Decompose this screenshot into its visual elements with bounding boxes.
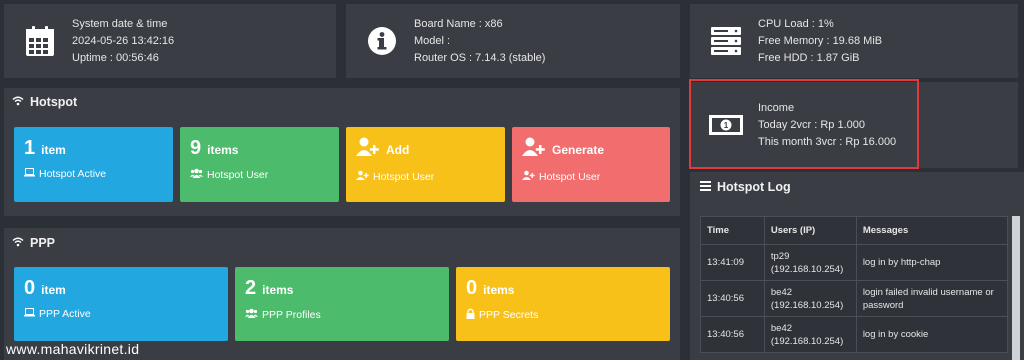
log-message: log in by cookie bbox=[855, 316, 1009, 353]
ppp-header: PPP bbox=[12, 236, 55, 250]
info-icon bbox=[362, 26, 402, 56]
generate-label: Generate bbox=[552, 142, 605, 157]
log-scrollbar[interactable] bbox=[1012, 216, 1020, 360]
ppp-active-tile[interactable]: 0 item PPP Active bbox=[14, 267, 228, 341]
user-plus-icon bbox=[356, 137, 380, 162]
ppp-profiles-count: 2 bbox=[245, 277, 257, 299]
users-icon bbox=[190, 168, 203, 181]
system-datetime-value: 2024-05-26 13:42:16 bbox=[72, 34, 175, 47]
board-name: Board Name : x86 bbox=[414, 17, 503, 30]
hotspot-active-unit: item bbox=[41, 143, 66, 157]
system-uptime: Uptime : 00:56:46 bbox=[72, 51, 159, 64]
hotspot-active-label: Hotspot Active bbox=[39, 168, 107, 180]
hotspot-header: Hotspot bbox=[12, 95, 77, 109]
log-message: login failed invalid username or passwor… bbox=[855, 280, 1009, 317]
ppp-active-label: PPP Active bbox=[39, 308, 91, 320]
list-icon bbox=[700, 180, 711, 194]
hotspot-title: Hotspot bbox=[30, 95, 78, 109]
watermark-text: www.mahavikrinet.id bbox=[6, 341, 140, 357]
ppp-title: PPP bbox=[30, 236, 56, 250]
add-label: Add bbox=[386, 142, 410, 157]
hotspot-user-tile[interactable]: 9 items Hotspot User bbox=[180, 127, 339, 202]
wifi-icon bbox=[12, 95, 24, 109]
ppp-profiles-unit: items bbox=[262, 283, 294, 297]
log-user-name: be42 bbox=[770, 322, 793, 334]
col-time: Time bbox=[700, 216, 765, 245]
log-time: 13:40:56 bbox=[700, 316, 765, 353]
log-user-ip: (192.168.10.254) bbox=[770, 299, 844, 311]
hotspot-log-header: Hotspot Log bbox=[700, 180, 791, 194]
hotspot-active-count: 1 bbox=[24, 137, 36, 159]
ppp-secrets-unit: items bbox=[483, 283, 515, 297]
ppp-secrets-count: 0 bbox=[466, 277, 478, 299]
add-hotspot-user-tile[interactable]: Add Hotspot User bbox=[346, 127, 505, 202]
log-user-name: tp29 bbox=[770, 250, 790, 262]
hotspot-active-tile[interactable]: 1 item Hotspot Active bbox=[14, 127, 173, 202]
user-plus-small-icon bbox=[522, 170, 535, 183]
log-user-ip: (192.168.10.254) bbox=[770, 263, 844, 275]
users-icon bbox=[245, 308, 258, 321]
user-plus-small-icon bbox=[356, 170, 369, 183]
system-datetime-label: System date & time bbox=[72, 17, 168, 30]
wifi-icon bbox=[12, 236, 24, 250]
free-hdd: Free HDD : 1.87 GiB bbox=[758, 51, 860, 64]
calendar-icon bbox=[20, 25, 60, 57]
laptop-icon bbox=[24, 308, 35, 320]
hotspot-log-table: Time Users (IP) Messages 13:41:09 tp29 (1… bbox=[700, 216, 1009, 353]
log-user: be42 (192.168.10.254) bbox=[763, 316, 857, 353]
table-row: 13:40:56 be42 (192.168.10.254) log in by … bbox=[700, 316, 1009, 353]
ppp-profiles-label: PPP Profiles bbox=[262, 308, 321, 321]
router-os-version: Router OS : 7.14.3 (stable) bbox=[414, 51, 546, 64]
ppp-active-unit: item bbox=[41, 283, 66, 297]
hotspot-user-count: 9 bbox=[190, 137, 202, 159]
hotspot-user-unit: items bbox=[207, 143, 239, 157]
table-row: 13:41:09 tp29 (192.168.10.254) log in by … bbox=[700, 244, 1009, 281]
lock-icon bbox=[466, 308, 475, 322]
generate-hotspot-user-label: Hotspot User bbox=[539, 170, 601, 183]
hotspot-log-title: Hotspot Log bbox=[717, 180, 791, 194]
board-model: Model : bbox=[414, 34, 451, 47]
generate-hotspot-user-tile[interactable]: Generate Hotspot User bbox=[512, 127, 670, 202]
ppp-profiles-tile[interactable]: 2 items PPP Profiles bbox=[235, 267, 449, 341]
col-messages: Messages bbox=[855, 216, 1009, 245]
resources-card: CPU Load : 1% Free Memory : 19.68 MiB Fr… bbox=[690, 4, 1018, 78]
log-time: 13:41:09 bbox=[700, 244, 765, 281]
hotspot-user-label: Hotspot User bbox=[207, 168, 269, 181]
free-memory: Free Memory : 19.68 MiB bbox=[758, 34, 883, 47]
ppp-active-count: 0 bbox=[24, 277, 36, 299]
user-plus-icon bbox=[522, 137, 546, 162]
ppp-secrets-tile[interactable]: 0 items PPP Secrets bbox=[456, 267, 670, 341]
log-message: log in by http-chap bbox=[855, 244, 1009, 281]
log-user: tp29 (192.168.10.254) bbox=[763, 244, 857, 281]
system-datetime-card: System date & time 2024-05-26 13:42:16 U… bbox=[4, 4, 336, 78]
add-hotspot-user-label: Hotspot User bbox=[373, 170, 435, 183]
income-highlight-box bbox=[689, 79, 919, 169]
server-icon bbox=[706, 26, 746, 56]
log-user-name: be42 bbox=[770, 286, 793, 298]
ppp-secrets-label: PPP Secrets bbox=[479, 309, 539, 321]
table-header-row: Time Users (IP) Messages bbox=[700, 216, 1009, 245]
cpu-load: CPU Load : 1% bbox=[758, 17, 834, 30]
board-info-card: Board Name : x86 Model : Router OS : 7.1… bbox=[346, 4, 680, 78]
log-user-ip: (192.168.10.254) bbox=[770, 335, 844, 347]
table-row: 13:40:56 be42 (192.168.10.254) login fail… bbox=[700, 280, 1009, 317]
col-users: Users (IP) bbox=[763, 216, 857, 245]
log-time: 13:40:56 bbox=[700, 280, 765, 317]
log-user: be42 (192.168.10.254) bbox=[763, 280, 857, 317]
laptop-icon bbox=[24, 168, 35, 180]
